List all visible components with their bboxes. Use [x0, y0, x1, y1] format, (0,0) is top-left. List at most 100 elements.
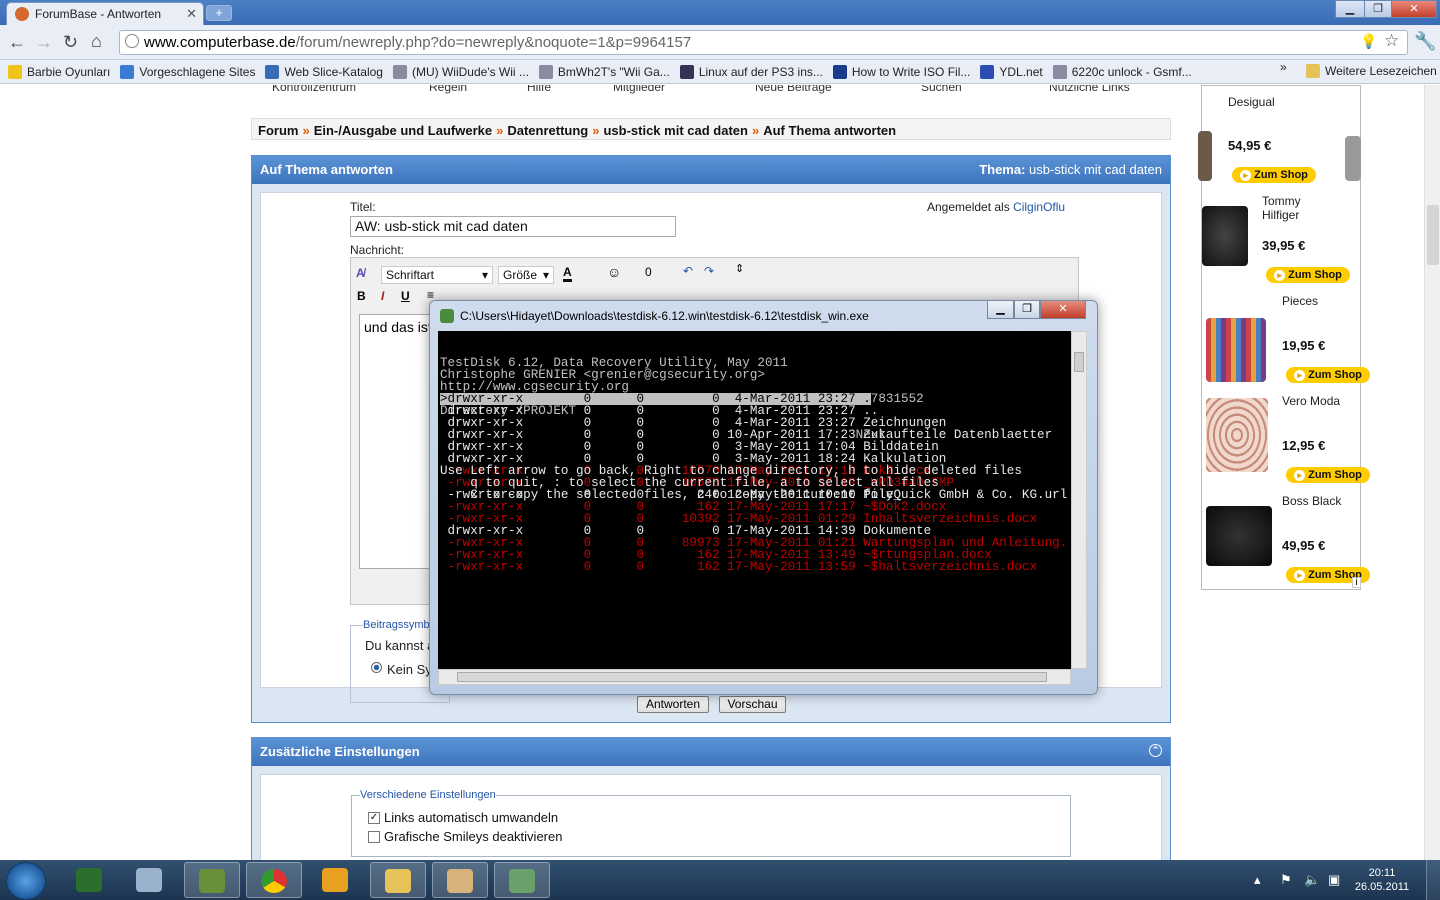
- console-vscroll[interactable]: [1071, 331, 1087, 669]
- crumb-ein-ausgabe[interactable]: Ein-/Ausgabe und Laufwerke: [314, 123, 492, 138]
- submit-button[interactable]: Antworten: [637, 696, 709, 713]
- bookmark-item[interactable]: How to Write ISO Fil...: [832, 64, 970, 79]
- italic-icon[interactable]: I: [381, 289, 384, 303]
- checkbox-checked[interactable]: ✓: [368, 811, 380, 824]
- bookmark-item[interactable]: Barbie Oyunları: [8, 64, 110, 79]
- flag-icon[interactable]: ⚑: [1280, 872, 1292, 888]
- message-textarea[interactable]: und das ist: [359, 314, 439, 569]
- nav-nuetzliche-links[interactable]: Nützliche Links: [1049, 85, 1130, 94]
- volume-icon[interactable]: 🔈: [1304, 872, 1320, 888]
- remove-format-icon[interactable]: A̸: [356, 266, 365, 280]
- ad-brand-desigual: Desigual: [1228, 95, 1275, 109]
- text-color-icon[interactable]: A: [563, 265, 572, 282]
- username-link[interactable]: CilginOflu: [1013, 200, 1065, 214]
- checkbox-unchecked[interactable]: [368, 830, 380, 843]
- new-tab-button[interactable]: +: [206, 5, 232, 21]
- bookmark-item[interactable]: YDL.net: [980, 64, 1043, 79]
- bookmark-item[interactable]: BmWh2T's "Wii Ga...: [538, 64, 670, 79]
- undo-icon[interactable]: ↶: [683, 264, 693, 278]
- console-maximize-button[interactable]: ❐: [1014, 301, 1040, 319]
- bookmarks-overflow[interactable]: »: [1280, 60, 1287, 74]
- nav-mitglieder[interactable]: Mitglieder: [613, 85, 665, 94]
- underline-icon[interactable]: U: [401, 289, 410, 303]
- redo-icon[interactable]: ↷: [704, 264, 714, 278]
- crumb-forum[interactable]: Forum: [258, 123, 298, 138]
- nav-regeln[interactable]: Regeln: [429, 85, 467, 94]
- taskbar-testdisk[interactable]: [494, 862, 550, 898]
- attachment-icon[interactable]: 0: [645, 265, 652, 279]
- fashion-ad[interactable]: Desigual 54,95 € Zum Shop Tommy Hilfiger…: [1198, 85, 1370, 590]
- tab-forumbase[interactable]: ForumBase - Antworten ✕: [6, 2, 204, 25]
- taskbar-chrome[interactable]: [246, 862, 302, 898]
- size-select[interactable]: Größe ▾: [498, 266, 554, 284]
- reload-icon[interactable]: ↻: [63, 32, 78, 53]
- title-input[interactable]: AW: usb-stick mit cad daten: [350, 216, 676, 237]
- console-close-button[interactable]: ✕: [1040, 301, 1086, 319]
- close-window-button[interactable]: ✕: [1391, 0, 1437, 18]
- console-output[interactable]: TestDisk 6.12, Data Recovery Utility, Ma…: [438, 331, 1071, 669]
- console-scroll-thumb[interactable]: [1074, 352, 1084, 372]
- no-icon-radio[interactable]: [371, 662, 382, 673]
- maximize-button[interactable]: ❐: [1364, 0, 1392, 18]
- nav-kontrollzentrum[interactable]: Kontrollzentrum: [272, 85, 356, 94]
- crumb-thread[interactable]: usb-stick mit cad daten: [603, 123, 747, 138]
- network-icon[interactable]: ▣: [1328, 872, 1340, 888]
- other-bookmarks[interactable]: Weitere Lesezeichen: [1306, 64, 1437, 78]
- ad-price: 54,95 €: [1228, 138, 1272, 153]
- minimize-button[interactable]: ▁: [1335, 0, 1365, 18]
- page-scrollbar[interactable]: [1424, 85, 1440, 860]
- taskbar-app-3[interactable]: [184, 862, 240, 898]
- resize-icon[interactable]: ⇕: [735, 262, 744, 275]
- file-entry[interactable]: -rwxr-xr-x 0 0 162 17-May-2011 13:59 ~$h…: [440, 561, 1069, 574]
- url-host: www.computerbase.de: [144, 34, 296, 51]
- nav-suchen[interactable]: Suchen: [921, 85, 962, 94]
- taskbar-app-1[interactable]: [62, 862, 118, 898]
- bookmark-item[interactable]: (MU) WiiDude's Wii ...: [392, 64, 529, 79]
- extra-settings-header: Zusätzliche Einstellungen ⌃: [252, 738, 1170, 766]
- home-icon[interactable]: ⌂: [91, 31, 102, 52]
- zum-shop-button[interactable]: Zum Shop: [1232, 167, 1316, 183]
- bookmark-item[interactable]: Web Slice-Katalog: [265, 64, 383, 79]
- ad-info-icon[interactable]: i: [1352, 577, 1361, 588]
- bookmark-item[interactable]: Linux auf der PS3 ins...: [679, 64, 823, 79]
- show-desktop-button[interactable]: [1426, 860, 1440, 900]
- bold-icon[interactable]: B: [357, 289, 366, 303]
- wrench-icon[interactable]: 🔧: [1414, 31, 1436, 52]
- bookmark-item[interactable]: 6220c unlock - Gsmf...: [1052, 64, 1192, 79]
- testdisk-window[interactable]: C:\Users\Hidayet\Downloads\testdisk-6.12…: [429, 300, 1098, 695]
- taskbar-explorer[interactable]: [370, 862, 426, 898]
- star-icon[interactable]: ☆: [1384, 31, 1399, 51]
- back-icon[interactable]: ←: [8, 32, 26, 53]
- forward-icon[interactable]: →: [35, 32, 53, 53]
- preview-button[interactable]: Vorschau: [719, 696, 786, 713]
- taskbar-calculator[interactable]: [122, 862, 178, 898]
- scrollbar-thumb[interactable]: [1427, 205, 1439, 265]
- smiley-icon[interactable]: ☺: [607, 264, 621, 280]
- console-hscroll[interactable]: [438, 669, 1071, 685]
- zum-shop-button[interactable]: Zum Shop: [1266, 267, 1350, 283]
- address-bar[interactable]: www.computerbase.de/forum/newreply.php?d…: [119, 30, 1408, 55]
- bookmark-item[interactable]: Vorgeschlagene Sites: [120, 64, 255, 79]
- lightbulb-icon[interactable]: 💡: [1360, 33, 1377, 50]
- nav-neue-beitraege[interactable]: Neue Beiträge: [755, 85, 832, 94]
- clock[interactable]: 20:11 26.05.2011: [1352, 866, 1412, 894]
- tray-expand-icon[interactable]: ▴: [1254, 872, 1261, 888]
- product-image: [1198, 131, 1212, 181]
- ad-brand-vero-moda: Vero Moda: [1282, 394, 1341, 408]
- option-parse-links[interactable]: ✓ Links automatisch umwandeln: [368, 808, 1070, 827]
- font-select[interactable]: Schriftart ▾: [381, 266, 493, 284]
- collapse-icon[interactable]: ⌃: [1149, 744, 1162, 757]
- taskbar-paint[interactable]: [432, 862, 488, 898]
- nav-hilfe[interactable]: Hilfe: [527, 85, 551, 94]
- page-icon: [125, 34, 139, 48]
- zum-shop-button[interactable]: Zum Shop: [1286, 467, 1370, 483]
- taskbar-media-player[interactable]: [308, 862, 364, 898]
- console-hscroll-thumb[interactable]: [457, 672, 1047, 682]
- crumb-datenrettung[interactable]: Datenrettung: [507, 123, 588, 138]
- zum-shop-button[interactable]: Zum Shop: [1286, 367, 1370, 383]
- start-button[interactable]: [6, 862, 46, 900]
- option-disable-smilies[interactable]: Grafische Smileys deaktivieren: [368, 827, 1070, 846]
- console-minimize-button[interactable]: ▁: [987, 301, 1014, 319]
- close-tab-icon[interactable]: ✕: [186, 6, 197, 22]
- misc-settings-fieldset: Verschiedene Einstellungen ✓ Links automa…: [351, 789, 1071, 857]
